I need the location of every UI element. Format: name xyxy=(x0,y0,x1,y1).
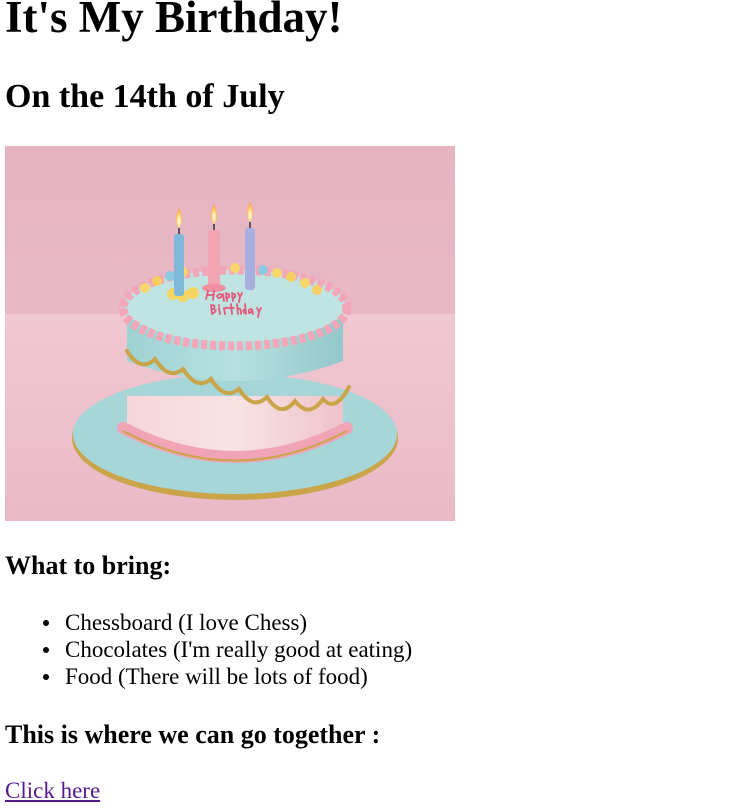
what-to-bring-heading: What to bring: xyxy=(5,551,172,580)
list-item: Chocolates (I'm really good at eating) xyxy=(43,636,413,663)
bullet-icon xyxy=(43,674,49,680)
list-item: Chessboard (I love Chess) xyxy=(43,609,412,636)
bullet-icon xyxy=(43,647,49,653)
bullet-icon xyxy=(43,620,49,626)
page: It's My Birthday! On the 14th of July Wh… xyxy=(0,0,753,810)
bring-list: Chessboard (I love Chess) Chocolates (I'… xyxy=(0,609,412,690)
list-item-text: Chessboard (I love Chess) xyxy=(65,610,308,635)
click-here-link[interactable]: Click here xyxy=(5,777,100,804)
cake-image xyxy=(5,146,455,521)
list-item: Food (There will be lots of food) xyxy=(43,663,412,690)
page-subtitle: On the 14th of July xyxy=(5,78,285,115)
list-item-text: Chocolates (I'm really good at eating) xyxy=(65,637,413,662)
where-heading: This is where we can go together : xyxy=(5,720,381,749)
page-title: It's My Birthday! xyxy=(5,0,343,42)
list-item-text: Food (There will be lots of food) xyxy=(65,664,368,689)
